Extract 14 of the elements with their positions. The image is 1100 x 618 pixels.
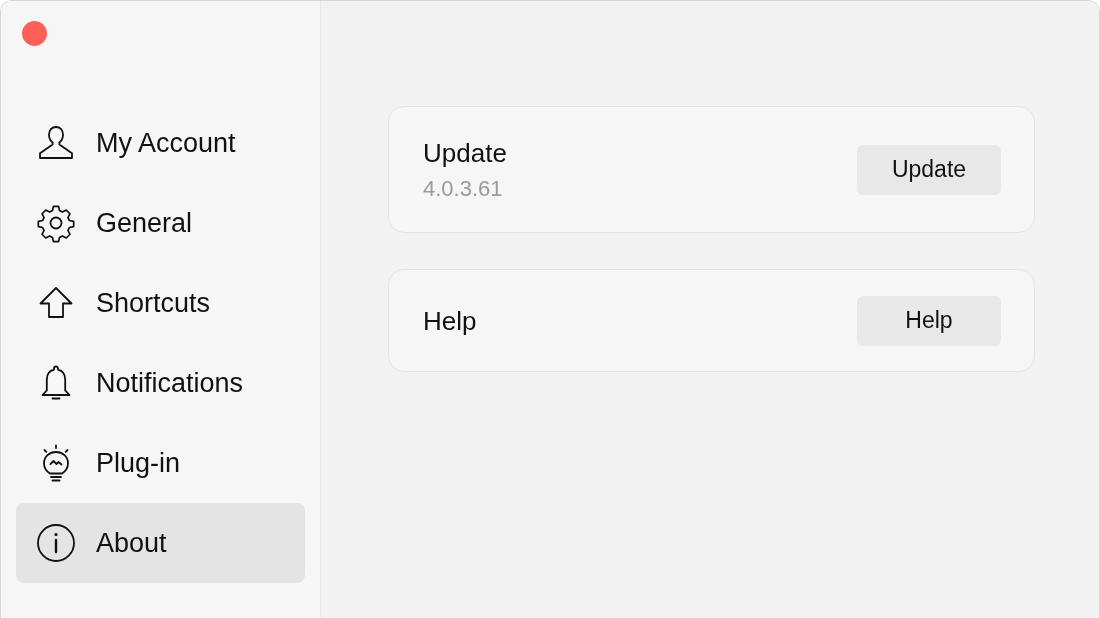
sidebar-item[interactable]: Plug-in [16,423,305,503]
card-button[interactable]: Update [857,144,1001,195]
gear-icon [36,203,76,243]
version-text: 4.0.3.61 [423,174,504,203]
sidebar-item[interactable]: General [16,183,305,263]
card-title: Update [423,136,507,169]
close-icon[interactable] [22,21,47,46]
sidebar-item[interactable]: My Account [16,103,305,183]
card-title: Help [423,304,477,337]
card-button[interactable]: Help [857,295,1001,346]
sidebar-item[interactable]: Notifications [16,343,305,423]
sidebar-item[interactable]: About [16,503,305,583]
info-icon [36,523,76,563]
sidebar-item[interactable]: Shortcuts [16,263,305,343]
